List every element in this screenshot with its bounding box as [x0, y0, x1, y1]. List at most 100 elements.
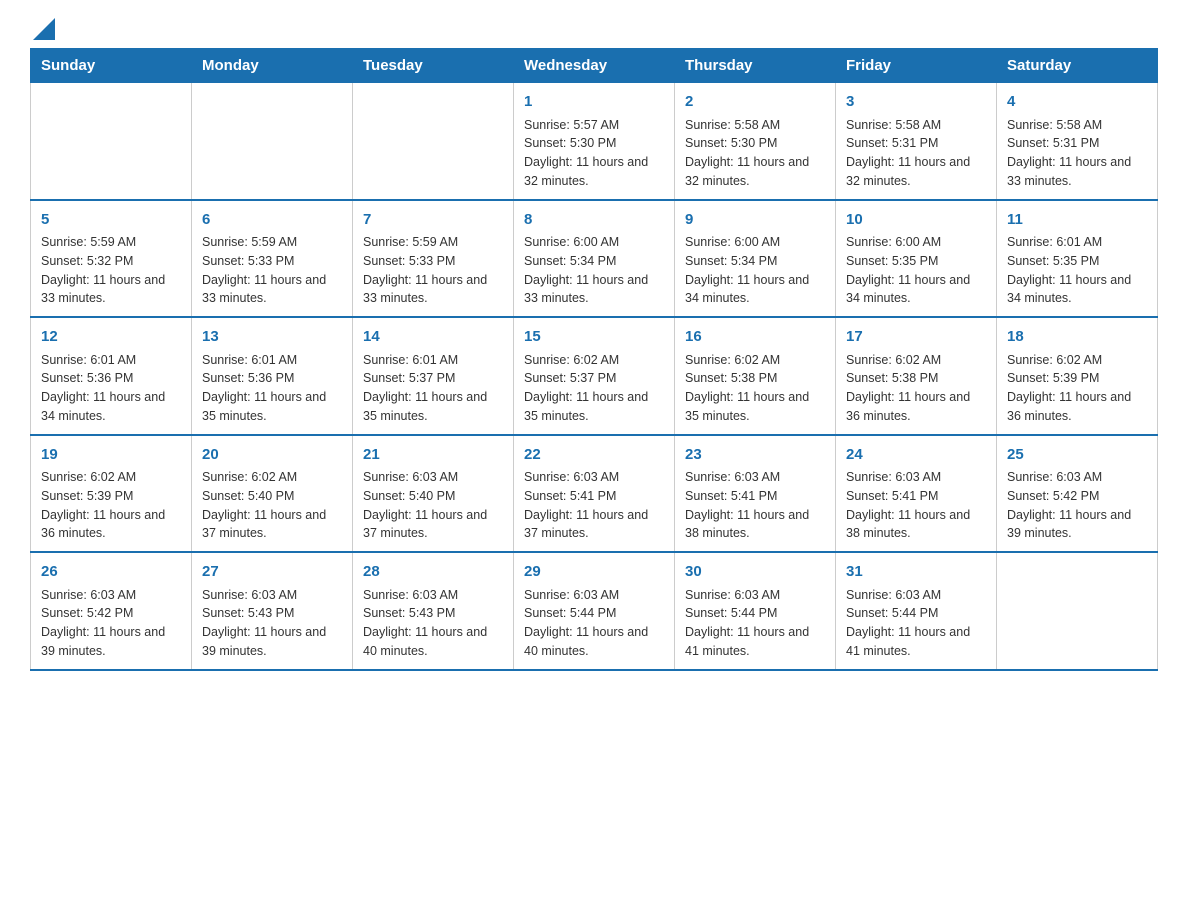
calendar-cell: 16Sunrise: 6:02 AMSunset: 5:38 PMDayligh…	[675, 317, 836, 435]
day-number: 1	[524, 91, 664, 114]
day-number: 7	[363, 209, 503, 232]
calendar-week-row: 5Sunrise: 5:59 AMSunset: 5:32 PMDaylight…	[31, 200, 1158, 318]
calendar-cell: 4Sunrise: 5:58 AMSunset: 5:31 PMDaylight…	[997, 83, 1158, 200]
calendar-cell: 3Sunrise: 5:58 AMSunset: 5:31 PMDaylight…	[836, 83, 997, 200]
cell-info: Sunrise: 6:00 AMSunset: 5:34 PMDaylight:…	[685, 233, 825, 308]
day-header-monday: Monday	[192, 49, 353, 83]
cell-info: Sunrise: 6:02 AMSunset: 5:40 PMDaylight:…	[202, 468, 342, 543]
cell-info: Sunrise: 6:03 AMSunset: 5:41 PMDaylight:…	[524, 468, 664, 543]
cell-info: Sunrise: 5:58 AMSunset: 5:31 PMDaylight:…	[846, 116, 986, 191]
logo-triangle-icon	[33, 18, 55, 40]
calendar-cell: 7Sunrise: 5:59 AMSunset: 5:33 PMDaylight…	[353, 200, 514, 318]
day-header-thursday: Thursday	[675, 49, 836, 83]
day-number: 30	[685, 561, 825, 584]
cell-info: Sunrise: 6:03 AMSunset: 5:42 PMDaylight:…	[41, 586, 181, 661]
day-number: 16	[685, 326, 825, 349]
calendar-cell: 24Sunrise: 6:03 AMSunset: 5:41 PMDayligh…	[836, 435, 997, 553]
logo	[30, 20, 55, 38]
day-number: 28	[363, 561, 503, 584]
cell-info: Sunrise: 6:02 AMSunset: 5:38 PMDaylight:…	[846, 351, 986, 426]
cell-info: Sunrise: 6:03 AMSunset: 5:40 PMDaylight:…	[363, 468, 503, 543]
calendar-week-row: 26Sunrise: 6:03 AMSunset: 5:42 PMDayligh…	[31, 552, 1158, 670]
calendar-cell: 9Sunrise: 6:00 AMSunset: 5:34 PMDaylight…	[675, 200, 836, 318]
day-header-wednesday: Wednesday	[514, 49, 675, 83]
day-number: 17	[846, 326, 986, 349]
cell-info: Sunrise: 6:03 AMSunset: 5:44 PMDaylight:…	[524, 586, 664, 661]
cell-info: Sunrise: 5:59 AMSunset: 5:33 PMDaylight:…	[202, 233, 342, 308]
cell-info: Sunrise: 5:58 AMSunset: 5:30 PMDaylight:…	[685, 116, 825, 191]
cell-info: Sunrise: 6:01 AMSunset: 5:36 PMDaylight:…	[41, 351, 181, 426]
day-number: 6	[202, 209, 342, 232]
calendar-cell: 30Sunrise: 6:03 AMSunset: 5:44 PMDayligh…	[675, 552, 836, 670]
calendar-cell: 26Sunrise: 6:03 AMSunset: 5:42 PMDayligh…	[31, 552, 192, 670]
calendar-cell	[31, 83, 192, 200]
calendar-header-row: SundayMondayTuesdayWednesdayThursdayFrid…	[31, 49, 1158, 83]
calendar-cell: 31Sunrise: 6:03 AMSunset: 5:44 PMDayligh…	[836, 552, 997, 670]
cell-info: Sunrise: 6:02 AMSunset: 5:37 PMDaylight:…	[524, 351, 664, 426]
day-number: 12	[41, 326, 181, 349]
cell-info: Sunrise: 6:03 AMSunset: 5:41 PMDaylight:…	[846, 468, 986, 543]
calendar-cell: 27Sunrise: 6:03 AMSunset: 5:43 PMDayligh…	[192, 552, 353, 670]
cell-info: Sunrise: 6:01 AMSunset: 5:37 PMDaylight:…	[363, 351, 503, 426]
page-header	[30, 20, 1158, 38]
day-number: 9	[685, 209, 825, 232]
calendar-cell: 15Sunrise: 6:02 AMSunset: 5:37 PMDayligh…	[514, 317, 675, 435]
calendar-week-row: 1Sunrise: 5:57 AMSunset: 5:30 PMDaylight…	[31, 83, 1158, 200]
calendar-cell	[192, 83, 353, 200]
cell-info: Sunrise: 6:02 AMSunset: 5:38 PMDaylight:…	[685, 351, 825, 426]
day-number: 20	[202, 444, 342, 467]
calendar-cell: 13Sunrise: 6:01 AMSunset: 5:36 PMDayligh…	[192, 317, 353, 435]
cell-info: Sunrise: 6:03 AMSunset: 5:44 PMDaylight:…	[685, 586, 825, 661]
calendar-cell: 14Sunrise: 6:01 AMSunset: 5:37 PMDayligh…	[353, 317, 514, 435]
day-number: 14	[363, 326, 503, 349]
cell-info: Sunrise: 6:03 AMSunset: 5:42 PMDaylight:…	[1007, 468, 1147, 543]
day-header-friday: Friday	[836, 49, 997, 83]
calendar-cell: 2Sunrise: 5:58 AMSunset: 5:30 PMDaylight…	[675, 83, 836, 200]
calendar-cell: 5Sunrise: 5:59 AMSunset: 5:32 PMDaylight…	[31, 200, 192, 318]
cell-info: Sunrise: 5:59 AMSunset: 5:32 PMDaylight:…	[41, 233, 181, 308]
cell-info: Sunrise: 6:01 AMSunset: 5:35 PMDaylight:…	[1007, 233, 1147, 308]
day-number: 26	[41, 561, 181, 584]
calendar-cell: 6Sunrise: 5:59 AMSunset: 5:33 PMDaylight…	[192, 200, 353, 318]
day-header-tuesday: Tuesday	[353, 49, 514, 83]
cell-info: Sunrise: 6:02 AMSunset: 5:39 PMDaylight:…	[1007, 351, 1147, 426]
day-number: 2	[685, 91, 825, 114]
cell-info: Sunrise: 6:03 AMSunset: 5:41 PMDaylight:…	[685, 468, 825, 543]
calendar-cell: 23Sunrise: 6:03 AMSunset: 5:41 PMDayligh…	[675, 435, 836, 553]
day-number: 19	[41, 444, 181, 467]
day-number: 29	[524, 561, 664, 584]
day-number: 22	[524, 444, 664, 467]
day-number: 10	[846, 209, 986, 232]
calendar-week-row: 19Sunrise: 6:02 AMSunset: 5:39 PMDayligh…	[31, 435, 1158, 553]
calendar-cell: 21Sunrise: 6:03 AMSunset: 5:40 PMDayligh…	[353, 435, 514, 553]
calendar-cell: 19Sunrise: 6:02 AMSunset: 5:39 PMDayligh…	[31, 435, 192, 553]
day-number: 31	[846, 561, 986, 584]
calendar-cell	[997, 552, 1158, 670]
cell-info: Sunrise: 5:58 AMSunset: 5:31 PMDaylight:…	[1007, 116, 1147, 191]
calendar-cell: 10Sunrise: 6:00 AMSunset: 5:35 PMDayligh…	[836, 200, 997, 318]
calendar-cell: 28Sunrise: 6:03 AMSunset: 5:43 PMDayligh…	[353, 552, 514, 670]
cell-info: Sunrise: 6:02 AMSunset: 5:39 PMDaylight:…	[41, 468, 181, 543]
day-number: 27	[202, 561, 342, 584]
calendar-cell: 17Sunrise: 6:02 AMSunset: 5:38 PMDayligh…	[836, 317, 997, 435]
day-header-sunday: Sunday	[31, 49, 192, 83]
calendar-cell: 12Sunrise: 6:01 AMSunset: 5:36 PMDayligh…	[31, 317, 192, 435]
calendar-cell: 20Sunrise: 6:02 AMSunset: 5:40 PMDayligh…	[192, 435, 353, 553]
day-number: 5	[41, 209, 181, 232]
cell-info: Sunrise: 6:00 AMSunset: 5:35 PMDaylight:…	[846, 233, 986, 308]
calendar-cell: 8Sunrise: 6:00 AMSunset: 5:34 PMDaylight…	[514, 200, 675, 318]
day-number: 8	[524, 209, 664, 232]
day-number: 25	[1007, 444, 1147, 467]
calendar-cell	[353, 83, 514, 200]
calendar-cell: 22Sunrise: 6:03 AMSunset: 5:41 PMDayligh…	[514, 435, 675, 553]
cell-info: Sunrise: 5:59 AMSunset: 5:33 PMDaylight:…	[363, 233, 503, 308]
day-number: 15	[524, 326, 664, 349]
day-number: 11	[1007, 209, 1147, 232]
calendar-cell: 29Sunrise: 6:03 AMSunset: 5:44 PMDayligh…	[514, 552, 675, 670]
day-number: 13	[202, 326, 342, 349]
calendar-week-row: 12Sunrise: 6:01 AMSunset: 5:36 PMDayligh…	[31, 317, 1158, 435]
calendar-cell: 25Sunrise: 6:03 AMSunset: 5:42 PMDayligh…	[997, 435, 1158, 553]
day-number: 3	[846, 91, 986, 114]
calendar-cell: 11Sunrise: 6:01 AMSunset: 5:35 PMDayligh…	[997, 200, 1158, 318]
calendar-cell: 18Sunrise: 6:02 AMSunset: 5:39 PMDayligh…	[997, 317, 1158, 435]
